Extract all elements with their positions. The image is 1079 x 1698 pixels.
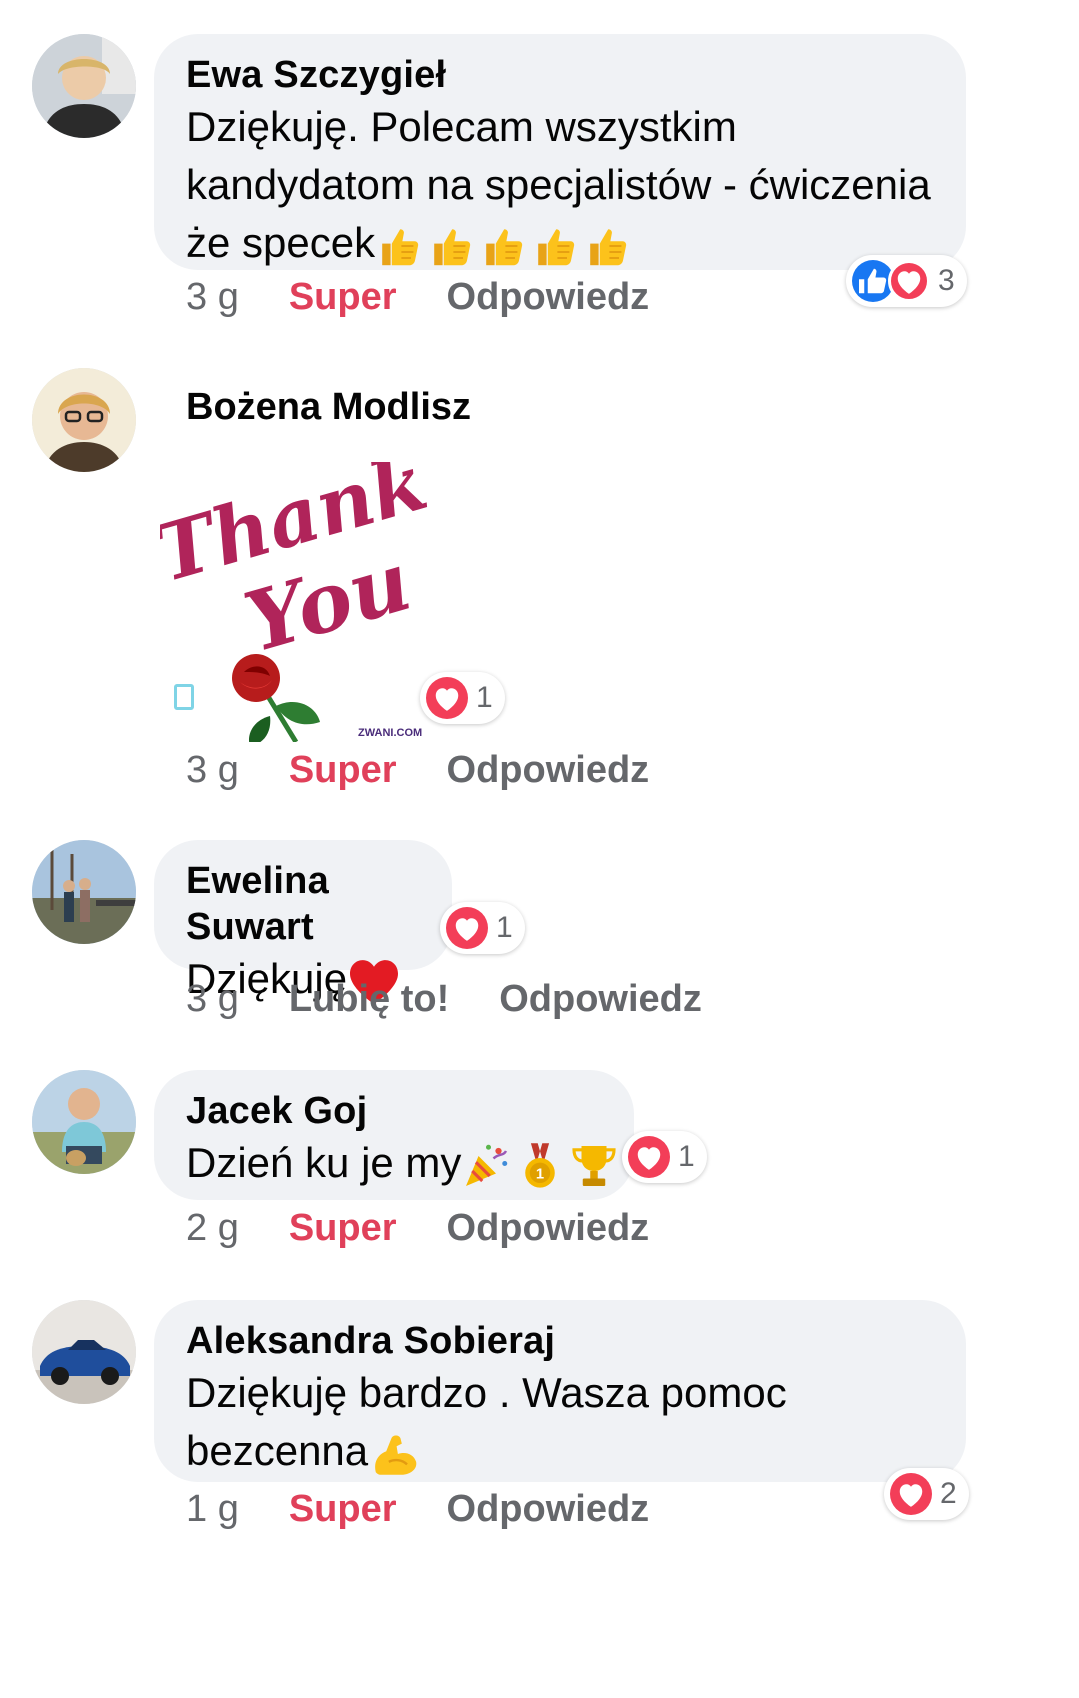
- comment-text-line: że specek: [186, 214, 934, 272]
- reply-button[interactable]: Odpowiedz: [447, 1488, 650, 1531]
- comment-text-line: bezcenna: [186, 1422, 934, 1480]
- comment-text-fragment: że specek: [186, 219, 376, 266]
- comment-author[interactable]: Aleksandra Sobieraj: [186, 1318, 934, 1364]
- thumbs-up-icon: [583, 222, 631, 270]
- love-icon: [446, 907, 488, 949]
- love-icon: [628, 1136, 670, 1178]
- avatar[interactable]: [32, 368, 136, 472]
- timestamp[interactable]: 3 g: [186, 978, 239, 1021]
- thumbs-up-icon: [427, 222, 475, 270]
- reaction-count: 1: [476, 681, 493, 714]
- comment-actions: 3 g Lubię to! Odpowiedz: [186, 978, 752, 1021]
- comment-author[interactable]: Jacek Goj: [186, 1088, 602, 1134]
- comment-author[interactable]: Bożena Modlisz: [186, 384, 471, 430]
- timestamp[interactable]: 3 g: [186, 276, 239, 319]
- comment-bubble[interactable]: Aleksandra Sobieraj Dziękuję bardzo . Wa…: [154, 1300, 966, 1482]
- timestamp[interactable]: 3 g: [186, 749, 239, 792]
- reaction-summary[interactable]: 1: [440, 902, 525, 954]
- comment-bubble[interactable]: Ewelina Suwart Dziękuję: [154, 840, 452, 1004]
- reaction-summary[interactable]: 3: [846, 255, 967, 307]
- reaction-summary[interactable]: 2: [884, 1468, 969, 1520]
- reply-button[interactable]: Odpowiedz: [447, 1207, 650, 1250]
- reaction-button[interactable]: Super: [289, 276, 397, 319]
- love-icon: [888, 260, 930, 302]
- avatar[interactable]: [32, 840, 136, 944]
- sticker-watermark: ZWANI.COM: [358, 727, 422, 739]
- comment-actions: 2 g Super Odpowiedz: [186, 1207, 699, 1250]
- trophy-icon: [572, 1145, 616, 1186]
- comment-text-fragment: bezcenna: [186, 1427, 369, 1474]
- timestamp[interactable]: 2 g: [186, 1207, 239, 1250]
- avatar[interactable]: [32, 1070, 136, 1174]
- comment-actions: 3 g Super Odpowiedz: [186, 749, 699, 792]
- comment-actions: 3 g Super Odpowiedz: [186, 276, 699, 319]
- comment-text-line: kandydatom na specjalistów - ćwiczenia: [186, 161, 931, 208]
- timestamp[interactable]: 1 g: [186, 1488, 239, 1531]
- comment-text-line: Dziękuję bardzo . Wasza pomoc: [186, 1369, 787, 1416]
- party-popper-icon: [466, 1144, 508, 1186]
- medal-icon: 1: [525, 1143, 556, 1188]
- avatar[interactable]: [32, 34, 136, 138]
- comment-author[interactable]: Ewelina Suwart: [186, 858, 420, 950]
- reaction-count: 2: [940, 1477, 957, 1510]
- comment-text-line: Dziękuję. Polecam wszystkim: [186, 103, 737, 150]
- reaction-count: 3: [938, 264, 955, 297]
- thumbs-up-icon: [479, 222, 527, 270]
- reply-button[interactable]: Odpowiedz: [499, 978, 702, 1021]
- reply-button[interactable]: Odpowiedz: [447, 276, 650, 319]
- reaction-button[interactable]: Lubię to!: [289, 978, 449, 1021]
- reaction-summary[interactable]: 1: [420, 672, 505, 724]
- love-icon: [426, 677, 468, 719]
- reaction-button[interactable]: Super: [289, 1488, 397, 1531]
- reaction-count: 1: [496, 911, 513, 944]
- thank-you-sticker-image: Thank You ZWANI.COM: [146, 437, 437, 746]
- thumbs-up-icon: [531, 222, 579, 270]
- reaction-summary[interactable]: 1: [622, 1131, 707, 1183]
- reaction-count: 1: [678, 1140, 695, 1173]
- comment-bubble[interactable]: Ewa Szczygieł Dziękuję. Polecam wszystki…: [154, 34, 966, 270]
- comment-text-line: Dzień ku je my 1: [186, 1134, 616, 1192]
- reaction-button[interactable]: Super: [289, 749, 397, 792]
- flexed-biceps-icon: [375, 1435, 417, 1475]
- avatar[interactable]: [32, 1300, 136, 1404]
- reaction-button[interactable]: Super: [289, 1207, 397, 1250]
- sticker-file-icon: [174, 684, 194, 710]
- reply-button[interactable]: Odpowiedz: [447, 749, 650, 792]
- thumbs-up-icon: [375, 222, 423, 270]
- comment-text-fragment: Dzień ku je my: [186, 1139, 462, 1186]
- svg-text:1: 1: [536, 1166, 544, 1182]
- comment-bubble[interactable]: Jacek Goj Dzień ku je my 1: [154, 1070, 634, 1200]
- comment-actions: 1 g Super Odpowiedz: [186, 1488, 699, 1531]
- thank-you-sticker[interactable]: Thank You ZWANI.COM: [146, 437, 437, 746]
- love-icon: [890, 1473, 932, 1515]
- comment-author[interactable]: Ewa Szczygieł: [186, 52, 934, 98]
